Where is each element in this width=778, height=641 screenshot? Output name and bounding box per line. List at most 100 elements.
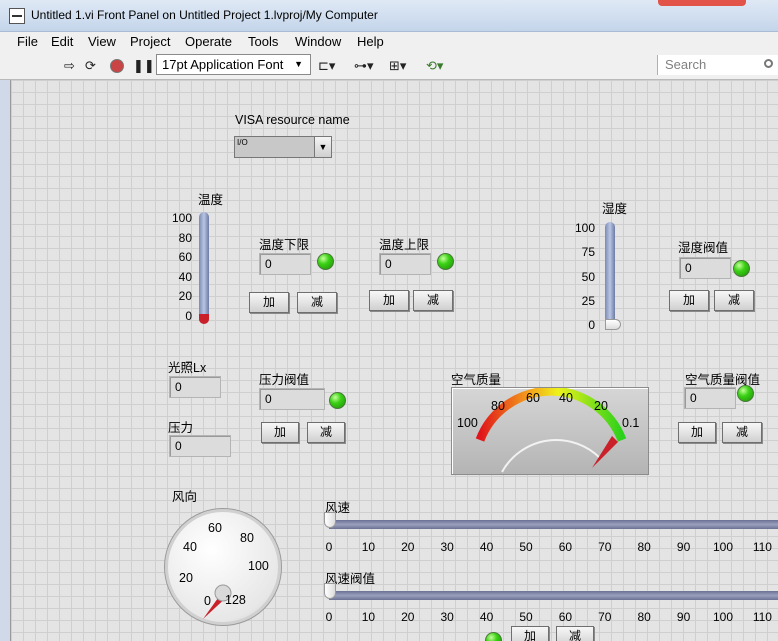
temp-tick: 80 xyxy=(178,231,192,245)
press-thr-add-button[interactable]: 加 xyxy=(261,422,299,443)
menu-edit[interactable]: Edit xyxy=(51,34,73,49)
distribute-objects-icon[interactable]: ⊶▾ xyxy=(354,58,374,74)
menu-project[interactable]: Project xyxy=(130,34,170,49)
wind-dir-label: 风向 xyxy=(172,490,198,504)
wind-slider-tick: 20 xyxy=(401,610,415,624)
wind-thr-slider[interactable] xyxy=(329,591,778,600)
wind-slider-tick: 90 xyxy=(676,540,691,554)
hum-slider-handle[interactable] xyxy=(605,319,621,330)
resize-objects-icon[interactable]: ⊞▾ xyxy=(389,58,406,74)
wind-slider-tick: 70 xyxy=(598,610,612,624)
temp-fill xyxy=(199,314,209,324)
wind-slider-tick: 80 xyxy=(637,610,651,624)
wind-dir-tick: 20 xyxy=(179,571,193,585)
temp-low-value: 0 xyxy=(259,253,311,275)
wind-dir-tick: 0 xyxy=(204,594,211,608)
hum-tick: 75 xyxy=(581,245,595,259)
wind-slider-tick: 0 xyxy=(325,610,333,624)
wind-slider-tick: 40 xyxy=(479,540,494,554)
wind-slider-tick: 50 xyxy=(519,610,533,624)
air-gauge xyxy=(451,386,649,475)
hum-thr-sub-button[interactable]: 减 xyxy=(714,290,754,311)
temp-low-led xyxy=(317,253,334,270)
press-thr-sub-button[interactable]: 减 xyxy=(307,422,345,443)
air-tick: 60 xyxy=(526,391,540,405)
search-input[interactable]: Search xyxy=(657,55,778,75)
wind-slider-tick: 80 xyxy=(637,540,651,554)
run-continuously-icon[interactable]: ⟳ xyxy=(85,58,96,74)
menu-operate[interactable]: Operate xyxy=(185,34,232,49)
wind-thr-led xyxy=(485,632,502,641)
wind-slider-tick: 30 xyxy=(440,540,454,554)
temp-high-led xyxy=(437,253,454,270)
temp-low-label: 温度下限 xyxy=(259,238,310,252)
air-tick: 100 xyxy=(457,416,478,430)
air-thr-sub-button[interactable]: 减 xyxy=(722,422,762,443)
wind-slider-tick: 90 xyxy=(676,610,691,624)
press-thr-value: 0 xyxy=(259,388,325,410)
air-gauge-needle xyxy=(592,436,618,468)
air-tick: 40 xyxy=(559,391,573,405)
air-tick: 80 xyxy=(491,399,505,413)
reorder-icon[interactable]: ⟲▾ xyxy=(426,58,443,74)
chevron-down-icon[interactable]: ▼ xyxy=(314,137,331,157)
press-label: 压力 xyxy=(168,421,194,435)
hum-slider-track xyxy=(605,222,615,326)
wind-slider-tick: 10 xyxy=(361,610,376,624)
wind-thr-handle[interactable] xyxy=(324,583,336,599)
align-objects-icon[interactable]: ⊏▾ xyxy=(318,58,335,74)
hum-thr-led xyxy=(733,260,750,277)
wind-slider-tick: 60 xyxy=(558,540,573,554)
visa-resource-select[interactable]: I/O ▼ xyxy=(234,136,332,158)
wind-speed-handle[interactable] xyxy=(324,512,336,528)
search-icon xyxy=(764,59,773,68)
temp-tick: 20 xyxy=(178,289,192,303)
visa-label: VISA resource name xyxy=(235,113,350,127)
font-selector-value: 17pt Application Font xyxy=(162,57,284,72)
temp-high-sub-button[interactable]: 减 xyxy=(413,290,453,311)
menu-view[interactable]: View xyxy=(88,34,116,49)
menu-window[interactable]: Window xyxy=(295,34,341,49)
menu-tools[interactable]: Tools xyxy=(248,34,278,49)
air-tick: 0.1 xyxy=(622,416,640,430)
air-tick: 20 xyxy=(594,399,608,413)
hum-thr-add-button[interactable]: 加 xyxy=(669,290,709,311)
temp-low-sub-button[interactable]: 减 xyxy=(297,292,337,313)
temp-label: 温度 xyxy=(198,193,224,207)
temp-tick: 100 xyxy=(171,211,192,225)
menu-file[interactable]: File xyxy=(17,34,38,49)
visa-io-icon: I/O xyxy=(237,138,248,147)
wind-slider-tick: 20 xyxy=(401,540,415,554)
front-panel: VISA resource name I/O ▼ 温度 100 80 60 40… xyxy=(10,80,778,641)
temp-tick: 60 xyxy=(178,250,192,264)
close-button[interactable] xyxy=(658,0,746,6)
air-thr-add-button[interactable]: 加 xyxy=(678,422,716,443)
wind-slider-tick: 40 xyxy=(479,610,494,624)
light-label: 光照Lx xyxy=(168,361,207,375)
wind-dir-tick: 60 xyxy=(208,521,222,535)
wind-speed-slider[interactable] xyxy=(329,520,778,529)
air-thr-led xyxy=(737,385,754,402)
menu-help[interactable]: Help xyxy=(357,34,384,49)
press-thr-led xyxy=(329,392,346,409)
wind-dir-tick: 40 xyxy=(183,540,197,554)
wind-dir-tick: 100 xyxy=(248,559,269,573)
temp-low-add-button[interactable]: 加 xyxy=(249,292,289,313)
temp-high-label: 温度上限 xyxy=(379,238,430,252)
font-selector[interactable]: 17pt Application Font ▼ xyxy=(156,54,311,75)
menu-bar: File Edit View Project Operate Tools Win… xyxy=(0,32,778,52)
wind-thr-add-button[interactable]: 加 xyxy=(511,626,549,641)
air-label: 空气质量 xyxy=(451,373,502,387)
abort-icon[interactable] xyxy=(110,59,124,73)
temp-thermometer xyxy=(199,212,209,324)
temp-tick: 40 xyxy=(178,270,192,284)
wind-slider-tick: 110 xyxy=(752,540,772,554)
hum-thr-label: 湿度阀值 xyxy=(678,241,729,255)
run-arrow-icon[interactable]: ⇨ xyxy=(64,58,75,74)
air-gauge-svg xyxy=(475,386,627,473)
temp-high-add-button[interactable]: 加 xyxy=(369,290,409,311)
pause-icon[interactable]: ❚❚ xyxy=(133,58,155,74)
hum-tick: 0 xyxy=(588,318,595,332)
wind-thr-sub-button[interactable]: 减 xyxy=(556,626,594,641)
temp-high-value: 0 xyxy=(379,253,431,275)
